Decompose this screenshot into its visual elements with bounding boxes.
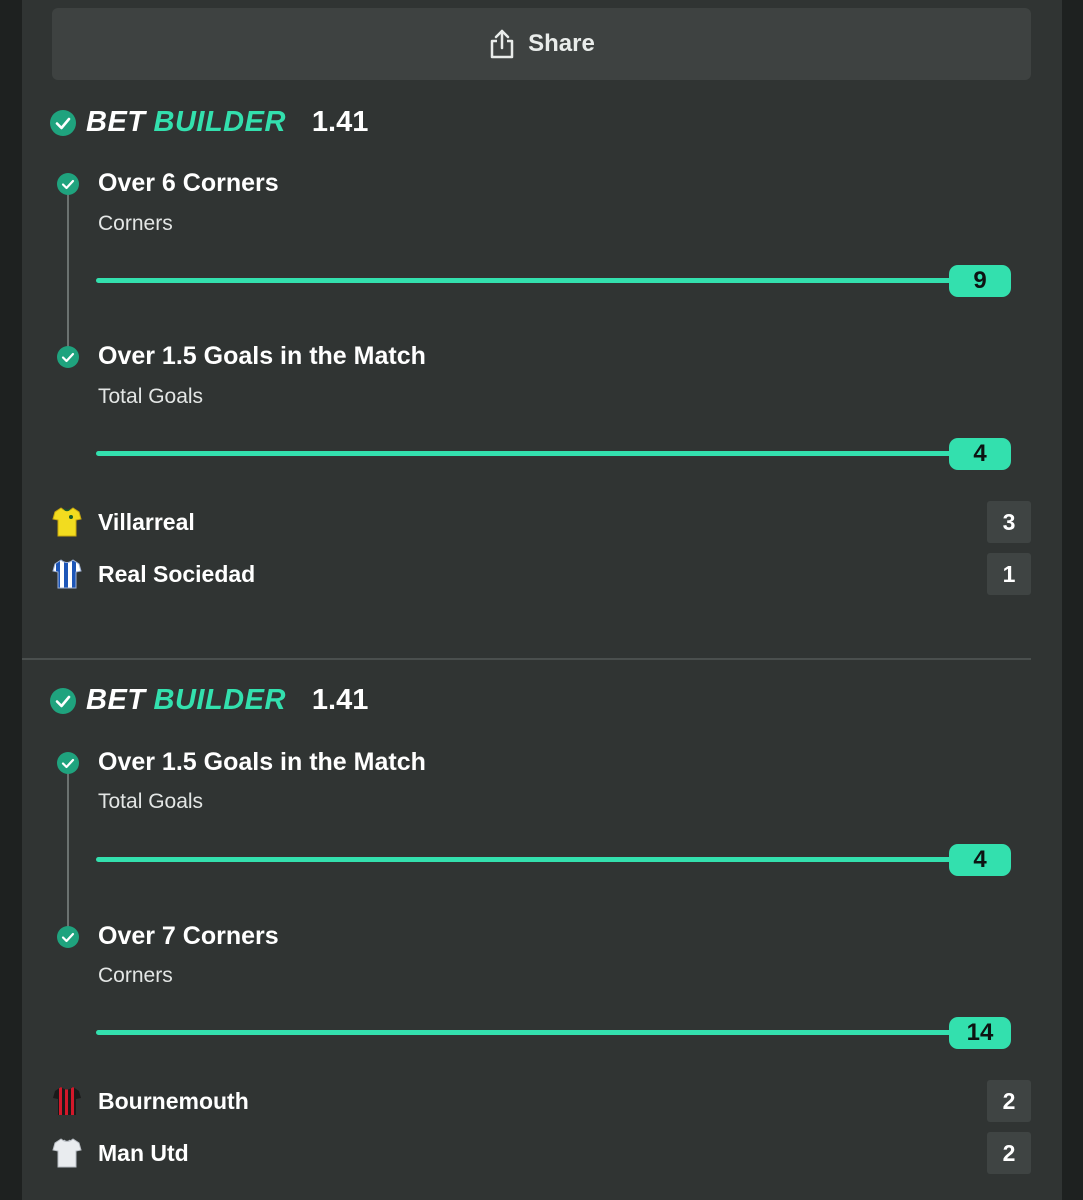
check-circle-icon bbox=[50, 687, 76, 714]
leg-check-icon bbox=[57, 926, 79, 948]
team-name: Villarreal bbox=[98, 508, 195, 535]
leg-title: Over 1.5 Goals in the Match bbox=[98, 748, 426, 776]
team-row: Villarreal 3 bbox=[52, 501, 1031, 543]
leg-title: Over 7 Corners bbox=[98, 922, 279, 950]
leg-title: Over 6 Corners bbox=[98, 169, 279, 197]
bet-builder-header: BET BUILDER 1.41 bbox=[50, 106, 368, 139]
team-row: Real Sociedad 1 bbox=[52, 553, 1031, 595]
leg-check-icon bbox=[57, 752, 79, 774]
bet-builder-title-part1: BET bbox=[86, 684, 146, 716]
leg-result-badge: 9 bbox=[949, 265, 1011, 297]
share-label: Share bbox=[528, 30, 595, 57]
man-utd-shirt-icon bbox=[52, 1138, 82, 1168]
team-name: Real Sociedad bbox=[98, 560, 256, 587]
leg-result-badge: 4 bbox=[949, 844, 1011, 876]
leg-check-icon bbox=[57, 346, 79, 368]
leg-timeline bbox=[67, 772, 69, 936]
bet-builder-title: BET BUILDER bbox=[86, 106, 286, 139]
team-score: 1 bbox=[987, 553, 1031, 595]
leg-title: Over 1.5 Goals in the Match bbox=[98, 342, 426, 370]
share-button[interactable]: Share bbox=[52, 8, 1031, 80]
team-row: Bournemouth 2 bbox=[52, 1080, 1031, 1122]
team-name: Man Utd bbox=[98, 1139, 189, 1166]
bet-builder-title-part2: BUILDER bbox=[153, 106, 286, 138]
leg-check-icon bbox=[57, 173, 79, 195]
leg-result-badge: 4 bbox=[949, 438, 1011, 470]
bet-builder-header: BET BUILDER 1.41 bbox=[50, 684, 368, 717]
share-icon bbox=[490, 29, 514, 59]
leg-progress-bar bbox=[96, 451, 956, 456]
leg-market: Total Goals bbox=[98, 385, 204, 408]
leg-market: Corners bbox=[98, 964, 173, 987]
leg-market: Total Goals bbox=[98, 790, 204, 813]
leg-market: Corners bbox=[98, 212, 173, 235]
leg-timeline bbox=[67, 194, 69, 356]
leg-progress-bar bbox=[96, 278, 956, 283]
section-divider bbox=[22, 658, 1031, 660]
team-row: Man Utd 2 bbox=[52, 1132, 1031, 1174]
team-score: 2 bbox=[987, 1132, 1031, 1174]
real-sociedad-shirt-icon bbox=[52, 559, 82, 589]
team-score: 3 bbox=[987, 501, 1031, 543]
leg-progress-bar bbox=[96, 1030, 956, 1035]
leg-progress-bar bbox=[96, 857, 956, 862]
bet-odds: 1.41 bbox=[311, 106, 369, 138]
villarreal-shirt-icon bbox=[52, 507, 82, 537]
check-circle-icon bbox=[50, 109, 76, 136]
bet-odds: 1.41 bbox=[311, 684, 369, 716]
team-name: Bournemouth bbox=[98, 1087, 249, 1114]
bournemouth-shirt-icon bbox=[53, 1087, 81, 1115]
leg-result-badge: 14 bbox=[949, 1017, 1011, 1049]
bet-builder-title-part2: BUILDER bbox=[153, 684, 286, 716]
bet-builder-title: BET BUILDER bbox=[86, 684, 286, 717]
team-score: 2 bbox=[987, 1080, 1031, 1122]
bet-builder-title-part1: BET bbox=[86, 106, 146, 138]
bet-history-panel: Share BET BUILDER 1.41 Over 6 Corners Cor… bbox=[22, 0, 1062, 1200]
